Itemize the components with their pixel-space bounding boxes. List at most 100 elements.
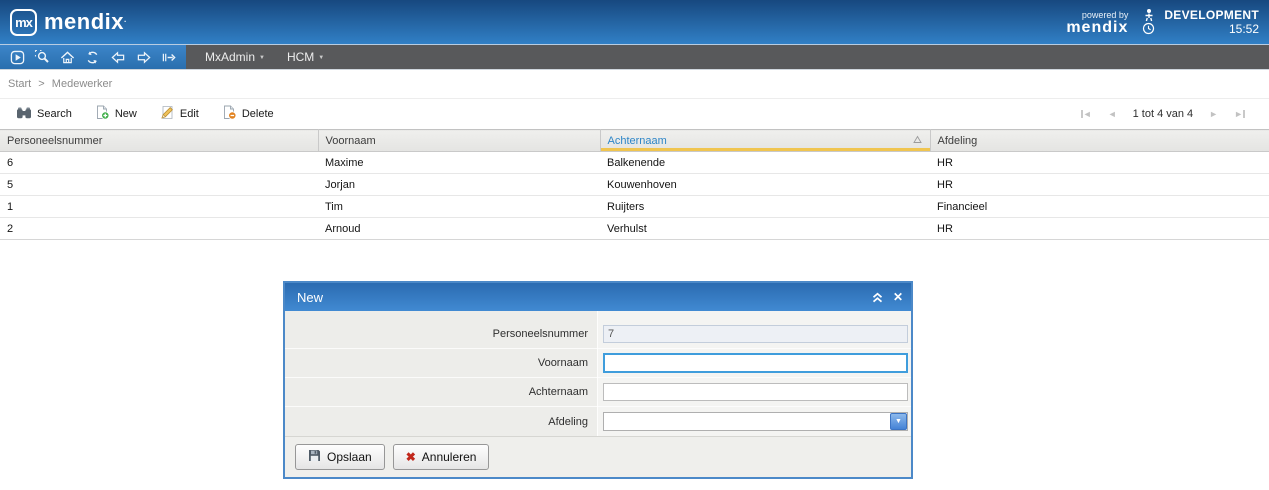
table-cell: Verhulst (600, 217, 930, 240)
menu-hcm-label: HCM (286, 50, 315, 64)
afdeling-label: Afdeling (548, 415, 588, 428)
zoom-icon[interactable] (32, 48, 52, 66)
dialog-body: Personeelsnummer Voornaam Achternaam Afd… (285, 311, 911, 436)
mendix-logo: mx mendix· (10, 7, 127, 37)
table-row[interactable]: 2 Arnoud Verhulst HR (0, 217, 1269, 240)
save-button[interactable]: Opslaan (295, 444, 385, 470)
table-cell: HR (930, 173, 1269, 196)
mendix-logo-icon: mx (10, 9, 37, 36)
chevron-down-icon: ▼ (895, 418, 902, 425)
new-button[interactable]: New (89, 101, 147, 127)
breadcrumb-current: Medewerker (51, 78, 113, 90)
table-cell: Tim (318, 195, 600, 218)
achternaam-field[interactable] (603, 383, 908, 401)
breadcrumb-separator: > (38, 78, 45, 90)
refresh-icon[interactable] (83, 48, 103, 66)
form-row-afdeling: Afdeling ▼ (285, 407, 911, 436)
delete-button[interactable]: Delete (216, 101, 284, 127)
logout-icon[interactable] (159, 48, 179, 66)
column-header-afdeling[interactable]: Afdeling (930, 129, 1269, 152)
form-row-personeelsnummer: Personeelsnummer (285, 320, 911, 349)
table-row[interactable]: 1 Tim Ruijters Financieel (0, 195, 1269, 218)
personeelsnummer-label: Personeelsnummer (492, 328, 588, 340)
menu-mxadmin-label: MxAdmin (205, 50, 256, 64)
cancel-x-icon: ✖ (405, 450, 416, 464)
table-cell: Balkenende (600, 151, 930, 174)
table-cell: Arnoud (318, 217, 600, 240)
search-button-label: Search (37, 108, 72, 120)
edit-button[interactable]: Edit (154, 101, 209, 127)
menu-hcm[interactable]: HCM ▼ (278, 47, 333, 67)
table-cell: Jorjan (318, 173, 600, 196)
user-icon (1142, 8, 1156, 22)
delete-document-icon (222, 105, 237, 123)
home-icon[interactable] (58, 48, 78, 66)
new-button-label: New (114, 108, 137, 120)
form-row-achternaam: Achternaam (285, 378, 911, 407)
pagination-status: 1 tot 4 van 4 (1132, 108, 1194, 120)
cancel-button[interactable]: ✖ Annuleren (392, 444, 490, 470)
voornaam-field[interactable] (603, 353, 908, 373)
save-floppy-icon (308, 449, 321, 465)
afdeling-select[interactable]: ▼ (603, 412, 908, 431)
table-cell: 6 (0, 151, 318, 174)
pagination-first-button[interactable]: ◄ (1080, 109, 1092, 119)
table-cell: Financieel (930, 195, 1269, 218)
table-cell: Ruijters (600, 195, 930, 218)
navbar-icon-strip (0, 45, 186, 69)
pagination-last-button[interactable]: ► (1234, 109, 1245, 119)
app-header: mx mendix· powered by mendix DEVELOPMENT… (0, 0, 1269, 45)
clock-time: 15:52 (1228, 22, 1259, 36)
dialog-title: New (297, 289, 324, 305)
column-header-achternaam[interactable]: Achternaam (600, 129, 931, 152)
close-icon[interactable]: ✕ (893, 290, 903, 304)
navbar: MxAdmin ▼ HCM ▼ (0, 45, 1269, 70)
save-button-label: Opslaan (327, 450, 372, 464)
cancel-button-label: Annuleren (421, 450, 477, 464)
achternaam-label: Achternaam (528, 386, 588, 398)
column-header-voornaam[interactable]: Voornaam (318, 129, 601, 152)
menu-mxadmin[interactable]: MxAdmin ▼ (196, 47, 274, 67)
search-button[interactable]: Search (10, 102, 82, 127)
delete-button-label: Delete (241, 108, 274, 120)
action-bar: Search New Edit Delete ◄ ◄ 1 tot 4 van 4… (0, 99, 1269, 129)
powered-by: powered by mendix (1066, 11, 1128, 36)
forward-icon[interactable] (133, 48, 153, 66)
chevron-down-icon: ▼ (318, 55, 325, 61)
table-cell: HR (930, 151, 1269, 174)
sort-ascending-icon (912, 135, 922, 147)
table-cell: Kouwenhoven (600, 173, 930, 196)
table-row[interactable]: 5 Jorjan Kouwenhoven HR (0, 173, 1269, 196)
new-document-icon (95, 105, 110, 123)
table-row[interactable]: 6 Maxime Balkenende HR (0, 151, 1269, 174)
trademark-dot: · (124, 17, 128, 26)
environment-label: DEVELOPMENT (1164, 8, 1259, 22)
pagination-next-button[interactable]: ► (1209, 109, 1218, 119)
new-employee-dialog: New ✕ Personeelsnummer Voornaam Achterna… (283, 281, 913, 479)
run-icon[interactable] (7, 48, 27, 66)
employee-table-body: 6 Maxime Balkenende HR 5 Jorjan Kouwenhoven HR 1… (0, 151, 1269, 240)
form-row-voornaam: Voornaam (285, 349, 911, 378)
back-icon[interactable] (108, 48, 128, 66)
employee-table: Personeelsnummer Voornaam Achternaam Afd… (0, 129, 1269, 240)
table-cell: Maxime (318, 151, 600, 174)
dropdown-button[interactable]: ▼ (890, 413, 907, 430)
personeelsnummer-field (603, 325, 908, 343)
table-cell: HR (930, 217, 1269, 240)
dialog-title-bar[interactable]: New ✕ (285, 283, 911, 311)
pagination: ◄ ◄ 1 tot 4 van 4 ► ► (1080, 108, 1259, 120)
powered-by-brand: mendix (1066, 19, 1129, 36)
column-header-personeelsnummer[interactable]: Personeelsnummer (0, 129, 319, 152)
mendix-logo-text: mendix· (44, 9, 128, 34)
pagination-previous-button[interactable]: ◄ (1108, 109, 1117, 119)
collapse-icon[interactable] (871, 291, 884, 304)
table-cell: 5 (0, 173, 318, 196)
breadcrumb: Start > Medewerker (0, 70, 1269, 99)
binoculars-icon (16, 106, 32, 123)
chevron-down-icon: ▼ (259, 55, 265, 61)
edit-button-label: Edit (179, 108, 199, 120)
breadcrumb-start[interactable]: Start (8, 78, 31, 90)
dialog-footer: Opslaan ✖ Annuleren (285, 436, 911, 477)
column-header-achternaam-label: Achternaam (607, 134, 667, 147)
table-cell: 2 (0, 217, 318, 240)
